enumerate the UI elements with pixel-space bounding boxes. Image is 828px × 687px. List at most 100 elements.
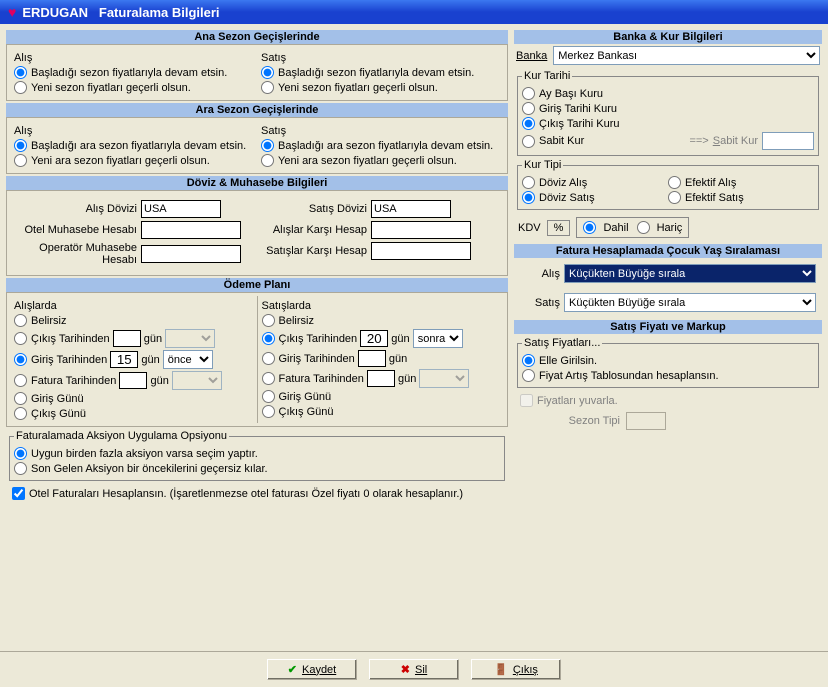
label-cocuk-alis: Alış [520,268,564,280]
radio-efektif-satis[interactable]: Efektif Satış [668,190,814,205]
radio-alis-cikis[interactable]: Çıkış Tarihinden gün [14,328,253,349]
label-satislar-karsi: Satışlar Karşı Hesap [261,245,371,257]
radio-ara-satis-yeni[interactable]: Yeni ara sezon fiyatları geçerli olsun. [261,153,500,168]
radio-satis-fatura[interactable]: Fatura Tarihinden gün [262,368,501,389]
select-alis-fatura-yon[interactable] [172,371,222,390]
select-alis-giris-yon[interactable]: önce [163,350,213,369]
legend-kur-tipi: Kur Tipi [522,159,563,171]
page-title: Faturalama Bilgileri [99,5,220,20]
select-satis-cikis-yon[interactable]: sonra [413,329,463,348]
label-sabit-kur: Sabit Kur [709,135,762,147]
input-sabit-kur[interactable] [762,132,814,150]
section-ara-sezon: Ara Sezon Geçişlerinde [6,103,508,117]
save-button[interactable]: ✔Kaydet [267,659,357,680]
radio-ara-alis-yeni[interactable]: Yeni ara sezon fiyatları geçerli olsun. [14,153,253,168]
radio-ara-alis-basladigi[interactable]: Başladığı ara sezon fiyatlarıyla devam e… [14,138,253,153]
radio-ana-alis-yeni[interactable]: Yeni sezon fiyatları geçerli olsun. [14,80,253,95]
radio-ana-satis-basladigi[interactable]: Başladığı sezon fiyatlarıyla devam etsin… [261,65,500,80]
label-sabit-arrow: ==> [689,135,708,147]
radio-alis-cikis-gunu[interactable]: Çıkış Günü [14,406,253,421]
radio-aksiyon-uygun[interactable]: Uygun birden fazla aksiyon varsa seçim y… [14,446,500,461]
radio-efektif-alis[interactable]: Efektif Alış [668,175,814,190]
checkbox-otel-fatura[interactable]: Otel Faturaları Hesaplansın. (İşaretlenm… [6,484,508,503]
radio-kur-giris[interactable]: Giriş Tarihi Kuru [522,101,814,116]
input-alis-cikis-gun[interactable] [113,330,141,347]
section-cocuk: Fatura Hesaplamada Çocuk Yaş Sıralaması [514,244,822,258]
label-alis: Alış [14,52,253,64]
radio-kur-cikis[interactable]: Çıkış Tarihi Kuru [522,116,814,131]
radio-alis-giris-gunu[interactable]: Giriş Günü [14,391,253,406]
radio-satis-cikis-gunu[interactable]: Çıkış Günü [262,404,501,419]
x-icon: ✖ [401,663,410,676]
radio-ana-satis-yeni[interactable]: Yeni sezon fiyatları geçerli olsun. [261,80,500,95]
select-banka[interactable]: Merkez Bankası [553,46,820,65]
legend-kur-tarihi: Kur Tarihi [522,70,572,82]
label-alislar-karsi: Alışlar Karşı Hesap [261,224,371,236]
radio-kur-sabit[interactable]: Sabit Kur ==> Sabit Kur [522,131,814,151]
radio-satis-giris[interactable]: Giriş Tarihinden gün [262,349,501,368]
radio-kdv-dahil[interactable]: Dahil [583,220,628,235]
radio-ara-satis-basladigi[interactable]: Başladığı ara sezon fiyatlarıyla devam e… [261,138,500,153]
input-satis-giris-gun[interactable] [358,350,386,367]
radio-doviz-satis[interactable]: Döviz Satış [522,190,668,205]
select-alis-cikis-yon[interactable] [165,329,215,348]
fieldset-aksiyon: Faturalamada Aksiyon Uygulama Opsiyonu U… [9,430,505,481]
label-satis-dovizi: Satış Dövizi [261,203,371,215]
input-op-muhasebe[interactable] [141,245,241,263]
radio-alis-giris[interactable]: Giriş Tarihinden gün önce [14,349,253,370]
radio-ana-alis-basladigi[interactable]: Başladığı sezon fiyatlarıyla devam etsin… [14,65,253,80]
exit-button[interactable]: 🚪Çıkış [471,659,561,680]
radio-satis-giris-gunu[interactable]: Giriş Günü [262,389,501,404]
fieldset-satis-fiyatlari: Satış Fiyatları... Elle Girilsin. Fiyat … [517,337,819,388]
radio-fiyat-artis[interactable]: Fiyat Artış Tablosundan hesaplansın. [522,368,814,383]
input-satis-dovizi[interactable] [371,200,451,218]
label-satis: Satış [261,52,500,64]
radio-satis-belirsiz[interactable]: Belirsiz [262,313,501,328]
label-alislarda: Alışlarda [14,300,253,312]
section-satis-markup: Satış Fiyatı ve Markup [514,320,822,334]
button-bar: ✔Kaydet ✖Sil 🚪Çıkış [0,651,828,687]
label-kdv: KDV [518,222,541,234]
delete-button[interactable]: ✖Sil [369,659,459,680]
label-banka: Banka [516,50,553,62]
input-satis-cikis-gun[interactable] [360,330,388,347]
app-icon: ♥ [8,4,16,20]
radio-kur-aybasi[interactable]: Ay Başı Kuru [522,86,814,101]
radio-alis-fatura[interactable]: Fatura Tarihinden gün [14,370,253,391]
radio-alis-belirsiz[interactable]: Belirsiz [14,313,253,328]
door-icon: 🚪 [494,663,508,676]
label-percent: % [547,220,571,236]
section-ana-sezon: Ana Sezon Geçişlerinde [6,30,508,44]
input-alis-dovizi[interactable] [141,200,221,218]
check-icon: ✔ [288,663,297,676]
label-alis-dovizi: Alış Dövizi [11,203,141,215]
checkbox-fiyat-yuvarla: Fiyatları yuvarla. [514,391,822,410]
input-satislar-karsi[interactable] [371,242,471,260]
legend-aksiyon: Faturalamada Aksiyon Uygulama Opsiyonu [14,430,229,442]
input-alislar-karsi[interactable] [371,221,471,239]
section-banka: Banka & Kur Bilgileri [514,30,822,44]
fieldset-kur-tipi: Kur Tipi Döviz Alış Döviz Satış Efektif … [517,159,819,210]
label-cocuk-satis: Satış [520,297,564,309]
legend-satis-fiyatlari: Satış Fiyatları... [522,337,602,349]
input-alis-fatura-gun[interactable] [119,372,147,389]
radio-aksiyon-songelen[interactable]: Son Gelen Aksiyon bir öncekilerini geçer… [14,461,500,476]
input-satis-fatura-gun[interactable] [367,370,395,387]
input-otel-muhasebe[interactable] [141,221,241,239]
select-satis-fatura-yon[interactable] [419,369,469,388]
input-alis-giris-gun[interactable] [110,351,138,368]
select-cocuk-alis[interactable]: Küçükten Büyüğe sırala [564,264,816,283]
input-sezon-tipi [626,412,666,430]
radio-elle-girilsin[interactable]: Elle Girilsin. [522,353,814,368]
radio-doviz-alis[interactable]: Döviz Alış [522,175,668,190]
label-sezon-tipi: Sezon Tipi [516,415,626,427]
fieldset-kur-tarihi: Kur Tarihi Ay Başı Kuru Giriş Tarihi Kur… [517,70,819,156]
label-otel-muhasebe: Otel Muhasebe Hesabı [11,224,141,236]
section-doviz: Döviz & Muhasebe Bilgileri [6,176,508,190]
label-satis-ara: Satış [261,125,500,137]
label-op-muhasebe: Operatör Muhasebe Hesabı [11,242,141,266]
radio-kdv-haric[interactable]: Hariç [637,220,683,235]
radio-satis-cikis[interactable]: Çıkış Tarihinden gün sonra [262,328,501,349]
select-cocuk-satis[interactable]: Küçükten Büyüğe sırala [564,293,816,312]
app-name: ERDUGAN [22,5,88,20]
